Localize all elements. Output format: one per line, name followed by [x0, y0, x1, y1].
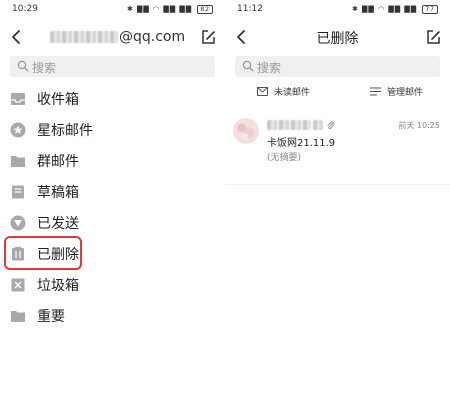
folder-inbox[interactable]: 收件箱: [0, 84, 225, 114]
folder-label: 已发送: [37, 216, 79, 232]
search-input[interactable]: 搜索: [10, 56, 215, 77]
account-name-blurred: [50, 31, 118, 43]
search-icon: [242, 60, 254, 72]
status-indicators: ✱ ▇▇ ◠ ▇▇ ▇▇: [351, 5, 418, 13]
envelope-icon: [257, 86, 268, 96]
folder-group-mail[interactable]: 群邮件: [0, 146, 225, 176]
sender-name-blurred: [267, 120, 311, 130]
send-icon: [10, 215, 26, 231]
battery-indicator: 82: [197, 5, 213, 14]
folder-label: 收件箱: [37, 92, 79, 108]
battery-indicator: 77: [422, 5, 438, 14]
folder-icon: [11, 156, 25, 167]
search-placeholder: 搜索: [257, 61, 282, 75]
manage-mail-button[interactable]: 管理邮件: [370, 83, 423, 99]
action-bar: 未读邮件 管理邮件: [225, 83, 450, 99]
unread-mail-label: 未读邮件: [274, 87, 311, 98]
folder-important[interactable]: 重要: [0, 301, 225, 331]
star-icon: [10, 122, 26, 138]
folder-label: 重要: [37, 309, 65, 325]
deleted-folder-screen: 11:12 ✱ ▇▇ ◠ ▇▇ ▇▇ 77 已删除 搜索 未读邮件 管理邮件 前…: [225, 0, 450, 400]
status-icons: ✱ ▇▇ ◠ ▇▇ ▇▇ 82: [127, 5, 213, 14]
mail-list-item[interactable]: 前天 10:25 卡饭网21.11.9 (无摘要): [225, 112, 450, 185]
compose-button[interactable]: [424, 27, 442, 47]
status-indicators: ✱ ▇▇ ◠ ▇▇ ▇▇: [126, 5, 193, 13]
status-bar: 10:29 ✱ ▇▇ ◠ ▇▇ ▇▇ 82: [0, 0, 225, 20]
draft-icon: [12, 185, 24, 199]
mail-summary: (无摘要): [267, 153, 302, 163]
compose-icon: [427, 30, 440, 44]
status-bar: 11:12 ✱ ▇▇ ◠ ▇▇ ▇▇ 77: [225, 0, 450, 20]
mail-subject: 卡饭网21.11.9: [267, 138, 336, 149]
folder-label: 草稿箱: [37, 185, 79, 201]
chevron-left-icon: [12, 30, 20, 44]
sender: [267, 120, 335, 130]
folder-label: 垃圾箱: [37, 278, 79, 294]
status-icons: ✱ ▇▇ ◠ ▇▇ ▇▇ 77: [352, 5, 438, 14]
unread-mail-button[interactable]: 未读邮件: [257, 83, 310, 99]
folder-label: 群邮件: [37, 154, 79, 170]
avatar: [233, 118, 259, 144]
folder-drafts[interactable]: 草稿箱: [0, 177, 225, 207]
attachment-icon: [327, 121, 335, 129]
top-bar: @qq.com: [0, 24, 225, 50]
account-switcher[interactable]: @qq.com: [50, 28, 185, 46]
search-placeholder: 搜索: [32, 61, 57, 75]
back-button[interactable]: [8, 27, 26, 47]
status-time: 10:29: [12, 4, 38, 14]
folder-starred[interactable]: 星标邮件: [0, 115, 225, 145]
folder-label: 星标邮件: [37, 123, 93, 139]
list-icon: [370, 87, 381, 95]
compose-button[interactable]: [199, 27, 217, 47]
sender-name-blurred: [313, 120, 323, 130]
mail-timestamp: 前天 10:25: [398, 121, 440, 130]
compose-icon: [202, 30, 215, 44]
spam-icon: [11, 278, 25, 292]
top-bar: 已删除: [225, 24, 450, 50]
account-email-domain: @qq.com: [119, 29, 186, 45]
manage-mail-label: 管理邮件: [387, 87, 424, 98]
highlight-box: [4, 236, 82, 270]
page-title: 已删除: [316, 31, 359, 47]
folder-list-screen: 10:29 ✱ ▇▇ ◠ ▇▇ ▇▇ 82 @qq.com 搜索 收件箱 星标邮…: [0, 0, 225, 400]
search-icon: [17, 60, 29, 72]
search-input[interactable]: 搜索: [235, 56, 440, 77]
status-time: 11:12: [237, 4, 263, 14]
inbox-icon: [11, 93, 25, 105]
folder-spam[interactable]: 垃圾箱: [0, 270, 225, 300]
avatar-image: [233, 118, 259, 144]
folder-icon: [11, 311, 25, 322]
folder-sent[interactable]: 已发送: [0, 208, 225, 238]
